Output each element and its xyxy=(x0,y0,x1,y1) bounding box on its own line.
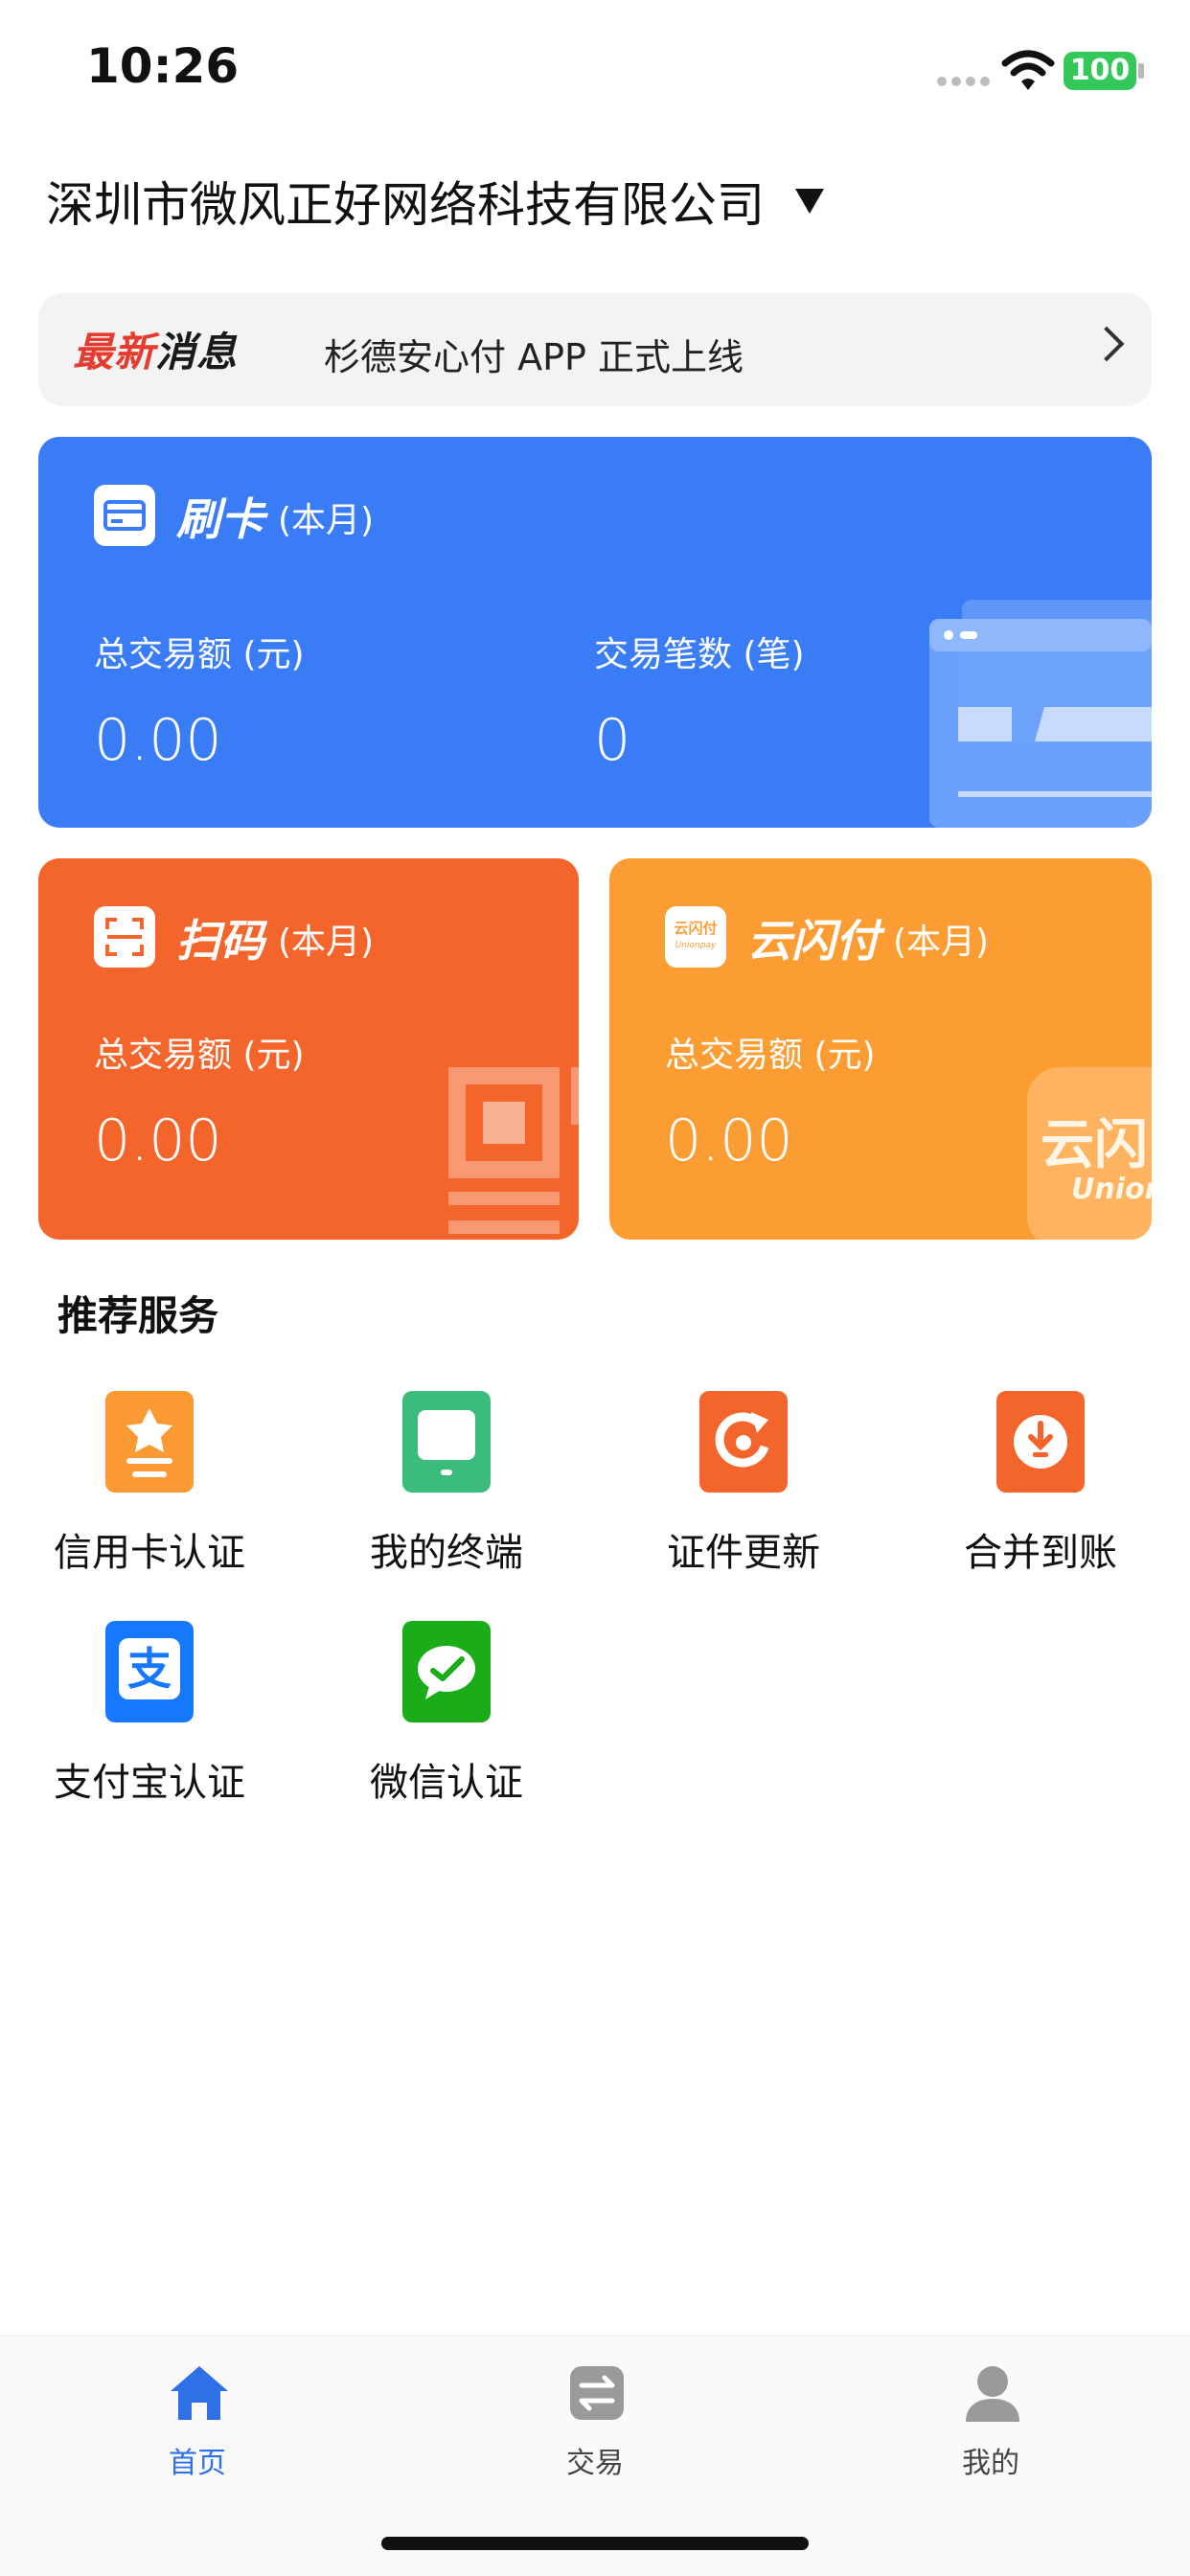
chevron-right-icon xyxy=(1088,326,1125,362)
unionpay-total-value: 0.00 xyxy=(665,1107,793,1174)
swipe-card-title: 刷卡 xyxy=(176,493,264,545)
unionpay-logo-sub: Unionpay xyxy=(675,941,717,950)
caret-down-icon xyxy=(795,189,824,214)
news-text: 杉德安心付 APP 正式上线 xyxy=(324,336,744,378)
company-name: 深圳市微风正好网络科技有限公司 xyxy=(46,177,765,233)
refresh-document-icon xyxy=(699,1391,788,1493)
unionpay-watermark: 云闪 Unionp xyxy=(1027,1067,1152,1240)
terminal-icon xyxy=(402,1391,491,1493)
service-document-update[interactable]: 证件更新 xyxy=(619,1391,868,1583)
status-bar: 10:26 100 xyxy=(0,0,1190,144)
news-tag-red: 最新 xyxy=(73,329,156,376)
unionpay-card-summary[interactable]: 云闪付 Unionpay 云闪付 (本月) 总交易额 (元) 0.00 云闪 U… xyxy=(609,858,1152,1240)
news-tag: 最新消息 xyxy=(73,320,238,378)
service-alipay-verify[interactable]: 支 支付宝认证 xyxy=(25,1621,274,1812)
news-banner[interactable]: 最新消息 杉德安心付 APP 正式上线 xyxy=(38,293,1152,406)
home-indicator xyxy=(381,2537,809,2550)
cellular-signal-icon xyxy=(937,77,991,90)
tab-label: 交易 xyxy=(566,2447,624,2480)
tab-label: 首页 xyxy=(169,2447,226,2480)
unionpay-card-title: 云闪付 xyxy=(747,915,880,967)
exchange-icon xyxy=(570,2366,624,2420)
status-time: 10:26 xyxy=(86,38,240,94)
tab-label: 我的 xyxy=(962,2447,1019,2480)
card-illustration xyxy=(929,600,1152,828)
service-label: 我的终端 xyxy=(370,1531,523,1575)
service-label: 证件更新 xyxy=(667,1531,820,1575)
scan-card-subtitle: (本月) xyxy=(278,923,375,962)
scan-total-label: 总交易额 (元) xyxy=(94,1036,305,1075)
swipe-card-subtitle: (本月) xyxy=(278,501,375,540)
service-label: 微信认证 xyxy=(370,1761,523,1805)
alipay-icon: 支 xyxy=(105,1621,194,1722)
swipe-card-summary[interactable]: 刷卡 (本月) 总交易额 (元) 0.00 交易笔数 (笔) 0 xyxy=(38,437,1152,828)
unionpay-watermark-text: 云闪 xyxy=(1041,1114,1148,1176)
alipay-glyph: 支 xyxy=(119,1638,180,1699)
unionpay-logo-text: 云闪付 xyxy=(674,920,718,937)
service-label: 合并到账 xyxy=(964,1531,1117,1575)
services-title: 推荐服务 xyxy=(57,1292,219,1339)
scan-icon xyxy=(94,906,155,968)
service-credit-card-verify[interactable]: 信用卡认证 xyxy=(25,1391,274,1583)
tab-home[interactable]: 首页 xyxy=(92,2355,303,2480)
scan-total-value: 0.00 xyxy=(94,1107,222,1174)
swipe-total-label: 总交易额 (元) xyxy=(94,635,305,674)
scan-card-summary[interactable]: 扫码 (本月) 总交易额 (元) 0.00 xyxy=(38,858,579,1240)
battery-indicator: 100 xyxy=(1064,52,1136,90)
unionpay-logo-icon: 云闪付 Unionpay xyxy=(665,906,726,968)
service-label: 支付宝认证 xyxy=(54,1761,245,1805)
credit-card-verify-icon xyxy=(105,1391,194,1493)
tab-me[interactable]: 我的 xyxy=(885,2355,1096,2480)
download-merge-icon xyxy=(996,1391,1085,1493)
company-selector[interactable]: 深圳市微风正好网络科技有限公司 xyxy=(46,163,824,239)
service-my-terminal[interactable]: 我的终端 xyxy=(322,1391,571,1583)
unionpay-total-label: 总交易额 (元) xyxy=(665,1036,876,1075)
wechat-icon xyxy=(402,1621,491,1722)
qr-illustration xyxy=(448,1067,579,1234)
user-icon xyxy=(966,2366,1019,2422)
swipe-total-value: 0.00 xyxy=(94,707,222,774)
wifi-icon xyxy=(1001,50,1055,90)
news-tag-black: 消息 xyxy=(155,329,239,376)
tab-transactions[interactable]: 交易 xyxy=(490,2355,700,2480)
unionpay-watermark-sub: Unionp xyxy=(1071,1173,1152,1206)
service-wechat-verify[interactable]: 微信认证 xyxy=(322,1621,571,1812)
card-icon xyxy=(94,485,155,546)
battery-tip xyxy=(1138,63,1144,79)
home-icon xyxy=(171,2366,228,2420)
service-merge-arrival[interactable]: 合并到账 xyxy=(916,1391,1165,1583)
swipe-count-label: 交易笔数 (笔) xyxy=(594,635,805,674)
swipe-count-value: 0 xyxy=(594,707,631,774)
scan-card-title: 扫码 xyxy=(176,915,264,967)
service-label: 信用卡认证 xyxy=(54,1531,245,1575)
unionpay-card-subtitle: (本月) xyxy=(893,923,990,962)
